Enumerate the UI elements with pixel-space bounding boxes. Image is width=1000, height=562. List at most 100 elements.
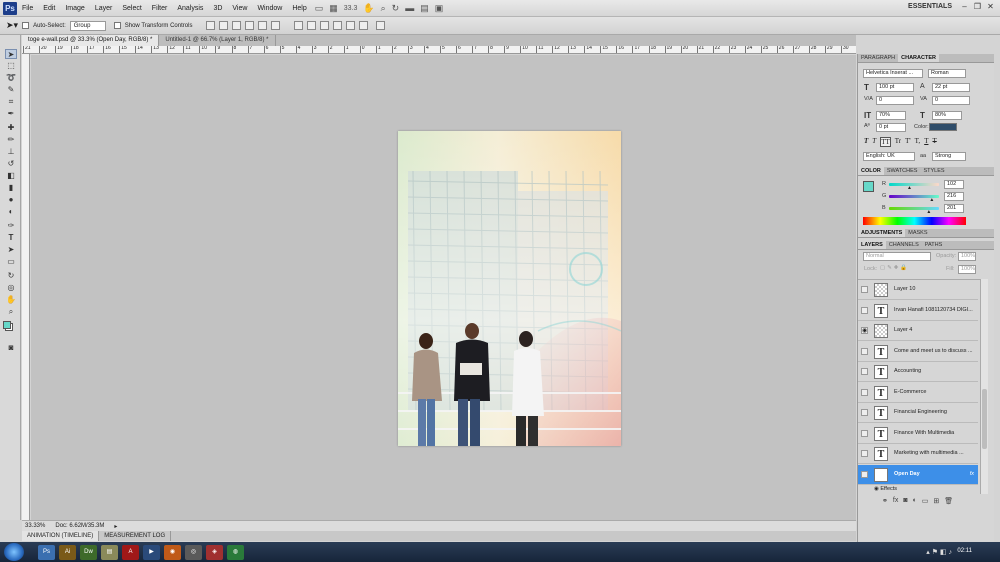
dreamweaver-taskbar-icon[interactable]: Dw xyxy=(80,544,97,560)
green-field[interactable]: 216 xyxy=(944,192,964,201)
shape-tool-icon[interactable]: ▭ xyxy=(5,257,17,267)
visibility-eye-icon[interactable] xyxy=(861,388,868,396)
mini-bridge-icon[interactable]: ▦ xyxy=(329,3,338,14)
eyedropper-tool-icon[interactable]: ✒ xyxy=(5,109,17,119)
layers-scrollbar[interactable] xyxy=(980,279,988,494)
tray-icons[interactable]: ▴ ⚑ ◧ ♪ xyxy=(926,548,952,556)
screen-mode-icon[interactable]: ▣ xyxy=(435,3,444,14)
slider-thumb-icon[interactable]: ▲ xyxy=(926,209,931,215)
workspace-switcher[interactable]: ESSENTIALS xyxy=(908,3,952,10)
lock-icons[interactable]: ▢✎✚🔒 xyxy=(880,265,909,271)
visibility-eye-icon[interactable]: ◉ xyxy=(861,327,868,334)
brush-tool-icon[interactable]: ✏ xyxy=(5,135,17,145)
visibility-eye-icon[interactable] xyxy=(861,368,868,375)
new-layer-icon[interactable]: ⊞ xyxy=(933,497,939,505)
layer-fx-badge[interactable]: fx xyxy=(970,471,974,477)
add-mask-icon[interactable]: ◙ xyxy=(903,497,907,505)
distribute-left-icon[interactable] xyxy=(333,21,343,30)
photoshop-taskbar-icon[interactable]: Ps xyxy=(38,544,55,560)
app2-taskbar-icon[interactable]: ◈ xyxy=(206,544,223,560)
lasso-tool-icon[interactable]: ➰ xyxy=(5,73,17,83)
eraser-tool-icon[interactable]: ◧ xyxy=(5,171,17,181)
delete-layer-icon[interactable]: 🗑 xyxy=(944,497,953,505)
minimize-icon[interactable]: – xyxy=(959,2,970,13)
menu-help[interactable]: Help xyxy=(287,5,311,12)
tab-channels[interactable]: CHANNELS xyxy=(886,241,922,249)
tab-toge-e-wall[interactable]: toge e-wall.psd @ 33.3% (Open Day, RGB/8… xyxy=(22,35,160,46)
leading-field[interactable]: 22 pt xyxy=(932,83,970,92)
tab-styles[interactable]: STYLES xyxy=(920,167,947,175)
layer-row[interactable]: T Marketing with multimedia ... xyxy=(858,444,978,464)
layer-row[interactable]: T Come and meet us to discuss ... xyxy=(858,342,978,362)
auto-align-icon[interactable] xyxy=(376,21,386,30)
menu-window[interactable]: Window xyxy=(252,5,287,12)
opacity-field[interactable]: 100% xyxy=(958,252,976,261)
blue-field[interactable]: 201 xyxy=(944,204,964,213)
menu-edit[interactable]: Edit xyxy=(38,5,60,12)
distribute-vcenter-icon[interactable] xyxy=(307,21,317,30)
superscript-button[interactable]: T' xyxy=(905,137,911,147)
app-taskbar-icon[interactable]: ◎ xyxy=(185,544,202,560)
new-group-icon[interactable]: ▭ xyxy=(922,497,929,505)
layers-scroll-thumb[interactable] xyxy=(982,389,987,449)
distribute-hcenter-icon[interactable] xyxy=(346,21,356,30)
align-bottom-icon[interactable] xyxy=(232,21,242,30)
align-left-icon[interactable] xyxy=(245,21,255,30)
move-tool-icon[interactable]: ➤ xyxy=(5,49,17,59)
layer-row[interactable]: T E-Commerce xyxy=(858,383,978,403)
tab-adjustments[interactable]: ADJUSTMENTS xyxy=(858,229,906,237)
menu-filter[interactable]: Filter xyxy=(147,5,173,12)
ruler-icon[interactable]: ▬ xyxy=(405,3,414,13)
arrange-documents-icon[interactable]: ▤ xyxy=(420,3,429,14)
chrome-taskbar-icon[interactable]: ◍ xyxy=(227,544,244,560)
underline-button[interactable]: T xyxy=(924,137,928,147)
visibility-eye-icon[interactable] xyxy=(861,470,868,478)
menu-view[interactable]: View xyxy=(227,5,252,12)
menu-file[interactable]: File xyxy=(17,5,38,12)
add-style-icon[interactable]: fx xyxy=(893,497,898,505)
visibility-eye-icon[interactable] xyxy=(861,450,868,457)
baseline-shift-field[interactable]: 0 pt xyxy=(876,123,906,132)
move-tool-preset-icon[interactable]: ➤▾ xyxy=(6,20,18,31)
media-taskbar-icon[interactable]: ▶ xyxy=(143,544,160,560)
visibility-eye-icon[interactable] xyxy=(861,286,868,293)
font-size-field[interactable]: 100 pt xyxy=(876,83,914,92)
dodge-tool-icon[interactable]: ◐ xyxy=(5,207,17,217)
visibility-eye-icon[interactable] xyxy=(861,306,868,314)
quick-mask-icon[interactable]: ◙ xyxy=(5,343,17,353)
rotate-view-icon[interactable]: ↻ xyxy=(392,3,400,14)
restore-icon[interactable]: ❐ xyxy=(972,2,983,13)
acrobat-taskbar-icon[interactable]: A xyxy=(122,544,139,560)
layer-row[interactable]: T Irvan Hanafi 1081120734 DIGI... xyxy=(858,301,978,321)
zoom-tool-icon[interactable]: ⌕ xyxy=(381,3,386,14)
quick-select-tool-icon[interactable]: ✎ xyxy=(5,85,17,95)
strikethrough-button[interactable]: T xyxy=(932,137,936,147)
history-brush-tool-icon[interactable]: ↺ xyxy=(5,159,17,169)
show-transform-checkbox[interactable] xyxy=(113,22,121,29)
layer-row[interactable]: T Finance With Multimedia xyxy=(858,424,978,444)
antialias-dropdown[interactable]: Strong xyxy=(932,152,966,161)
align-top-icon[interactable] xyxy=(206,21,216,30)
zoom-level-dropdown[interactable]: 33.3 xyxy=(344,5,358,12)
tab-paragraph[interactable]: PARAGRAPH xyxy=(858,54,898,62)
zoom-readout[interactable]: 33.33% xyxy=(25,523,45,529)
horizontal-scale-field[interactable]: 80% xyxy=(932,111,962,120)
tracking-field[interactable]: 0 xyxy=(932,96,970,105)
menu-analysis[interactable]: Analysis xyxy=(172,5,208,12)
clone-stamp-tool-icon[interactable]: ⊥ xyxy=(5,147,17,157)
tab-layers[interactable]: LAYERS xyxy=(858,241,886,249)
effects-row[interactable]: ◉ Effects xyxy=(874,486,897,492)
blend-mode-dropdown[interactable]: Normal xyxy=(863,252,931,261)
all-caps-button[interactable]: TT xyxy=(880,137,891,147)
distribute-bottom-icon[interactable] xyxy=(320,21,330,30)
healing-brush-tool-icon[interactable]: ✚ xyxy=(5,123,17,133)
distribute-right-icon[interactable] xyxy=(359,21,369,30)
slider-thumb-icon[interactable]: ▲ xyxy=(907,185,912,191)
status-menu-arrow-icon[interactable]: ▸ xyxy=(114,523,117,530)
hand-tool-icon[interactable]: ✋ xyxy=(5,295,17,305)
layer-row[interactable]: ◉ Layer 4 xyxy=(858,321,978,341)
tab-character[interactable]: CHARACTER xyxy=(898,54,939,62)
color-foreground-swatch[interactable] xyxy=(863,181,874,192)
visibility-eye-icon[interactable] xyxy=(861,429,868,437)
tab-untitled-1[interactable]: Untitled-1 @ 66.7% (Layer 1, RGB/8) * xyxy=(159,35,276,46)
